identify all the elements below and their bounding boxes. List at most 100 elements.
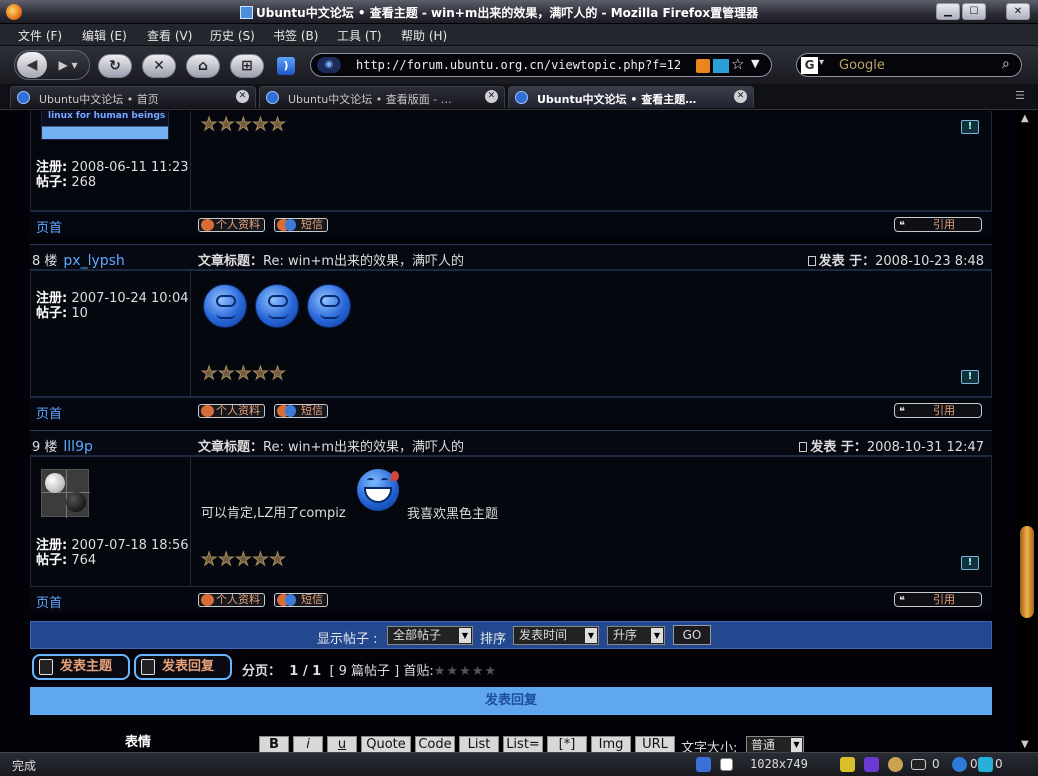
new-topic-button[interactable]: 发表主题: [32, 654, 130, 680]
tab-list-icon[interactable]: ☰: [1012, 89, 1028, 103]
navigation-toolbar: ◀ ▶ ▾ ↻ ✕ ⌂ ⊞ ) ◉ http://forum.ubuntu.or…: [0, 46, 1038, 84]
tab-forum[interactable]: Ubuntu中文论坛 • 查看版面 - … ✕: [259, 86, 505, 108]
font-size-select[interactable]: 普通 ▼: [746, 736, 804, 752]
quote-button[interactable]: ❝ 引用: [894, 592, 982, 607]
extension-icon[interactable]: [864, 757, 879, 772]
author-link[interactable]: px_lypsh: [63, 253, 124, 269]
tab-close-icon[interactable]: ✕: [485, 90, 498, 103]
scrollbar-thumb[interactable]: [1020, 526, 1034, 618]
url-dropdown-icon[interactable]: ▼: [751, 57, 759, 70]
bold-button[interactable]: B: [259, 736, 289, 752]
rss-icon[interactable]: ): [277, 57, 295, 75]
back-button[interactable]: ◀: [17, 52, 47, 78]
menu-edit[interactable]: 编辑 (E): [82, 27, 127, 44]
reload-button[interactable]: ↻: [98, 54, 132, 78]
bookmark-add-button[interactable]: ⊞: [230, 54, 264, 78]
profile-label: 个人资料: [216, 404, 260, 417]
mail-icon[interactable]: [911, 759, 926, 770]
list-button[interactable]: List: [459, 736, 499, 752]
tab-topic[interactable]: Ubuntu中文论坛 • 查看主题… ✕: [508, 86, 754, 108]
forward-button[interactable]: ▶ ▾: [49, 52, 87, 78]
author-link[interactable]: lll9p: [63, 439, 92, 455]
engine-dropdown-icon[interactable]: ▾: [819, 57, 824, 68]
menu-history[interactable]: 历史 (S): [210, 27, 255, 44]
feed-icon[interactable]: [696, 59, 710, 73]
pm-button[interactable]: 短信: [274, 593, 328, 607]
underline-button[interactable]: u: [327, 736, 357, 752]
list-item-button[interactable]: [*]: [547, 736, 587, 752]
order-select[interactable]: 升序 ▼: [607, 626, 665, 645]
google-engine-icon[interactable]: G: [801, 57, 818, 74]
list-ordered-button[interactable]: List=: [503, 736, 543, 752]
quote-button[interactable]: ❝ 引用: [894, 403, 982, 418]
post-author-column: linux for human beings 注册: 2008-06-11 11…: [31, 111, 191, 210]
pm-button[interactable]: 短信: [274, 218, 328, 232]
w-addon-icon[interactable]: [952, 757, 967, 772]
quote-button[interactable]: ❝ 引用: [894, 217, 982, 232]
search-bar[interactable]: G ▾ Google ⌕: [796, 53, 1022, 77]
profile-button[interactable]: 个人资料: [198, 593, 265, 607]
back-to-top-link[interactable]: 页首: [36, 592, 62, 611]
minimize-button[interactable]: ▁: [936, 3, 960, 20]
url-button[interactable]: URL: [635, 736, 675, 752]
menu-view[interactable]: 查看 (V): [147, 27, 192, 44]
checkbox-icon[interactable]: [720, 758, 733, 771]
back-to-top-link[interactable]: 页首: [36, 217, 62, 236]
edit-icon[interactable]: [696, 757, 711, 772]
profile-button[interactable]: 个人资料: [198, 218, 265, 232]
menu-file[interactable]: 文件 (F): [18, 27, 62, 44]
image-button[interactable]: Img: [591, 736, 631, 752]
floor-number: 8 楼: [32, 254, 58, 269]
addon-icon[interactable]: [713, 59, 729, 73]
show-posts-select[interactable]: 全部帖子 ▼: [387, 626, 473, 645]
profile-icon: [201, 594, 214, 606]
post-8-header: 8 楼 px_lypsh 文章标题：Re: win+m出来的效果，满吓人的 发表 …: [30, 244, 992, 270]
post-reply-button[interactable]: 发表回复: [134, 654, 232, 680]
italic-button[interactable]: i: [293, 736, 323, 752]
rating-stars[interactable]: ★★★★★: [201, 114, 287, 136]
menu-bookmarks[interactable]: 书签 (B): [273, 27, 318, 44]
rating-stars[interactable]: ★★★★★: [201, 549, 287, 571]
post-9-footer: 页首 个人资料 短信 ❝ 引用: [30, 586, 992, 612]
m-addon-icon[interactable]: [978, 757, 993, 772]
sort-select[interactable]: 发表时间 ▼: [513, 626, 599, 645]
maximize-button[interactable]: ☐: [962, 3, 986, 20]
bookmark-star-icon[interactable]: ☆: [731, 55, 744, 73]
report-icon[interactable]: !: [961, 556, 979, 570]
tab-home[interactable]: Ubuntu中文论坛 • 首页 ✕: [10, 86, 256, 108]
menu-help[interactable]: 帮助 (H): [401, 27, 447, 44]
tab-close-icon[interactable]: ✕: [734, 90, 747, 103]
close-window-button[interactable]: ✕: [1006, 3, 1030, 20]
logo-text: linux for human beings: [48, 111, 166, 121]
site-identity-icon[interactable]: ◉: [317, 57, 341, 73]
report-icon[interactable]: !: [961, 370, 979, 384]
post-8-footer: 页首 个人资料 短信 ❝ 引用: [30, 397, 992, 423]
user-avatar[interactable]: [41, 469, 90, 518]
back-to-top-link[interactable]: 页首: [36, 403, 62, 422]
scroll-down-arrow-icon[interactable]: ▼: [1021, 739, 1029, 750]
quote-bbcode-button[interactable]: Quote: [361, 736, 411, 752]
url-bar[interactable]: ◉ http://forum.ubuntu.org.cn/viewtopic.p…: [310, 53, 772, 77]
search-input[interactable]: Google: [839, 58, 885, 73]
film-icon[interactable]: [840, 757, 855, 772]
s-addon-icon[interactable]: [888, 757, 903, 772]
report-icon[interactable]: !: [961, 120, 979, 134]
scroll-up-arrow-icon[interactable]: ▲: [1021, 113, 1029, 124]
show-posts-value: 全部帖子: [393, 628, 442, 642]
url-input[interactable]: http://forum.ubuntu.org.cn/viewtopic.php…: [356, 58, 681, 72]
code-button[interactable]: Code: [415, 736, 455, 752]
pm-button[interactable]: 短信: [274, 404, 328, 418]
search-magnifier-icon[interactable]: ⌕: [1002, 56, 1010, 72]
profile-button[interactable]: 个人资料: [198, 404, 265, 418]
menu-tools[interactable]: 工具 (T): [337, 27, 382, 44]
stop-button[interactable]: ✕: [142, 54, 176, 78]
vertical-scrollbar[interactable]: ▲ ▼: [1017, 111, 1038, 752]
dropdown-arrow-icon: ▼: [585, 628, 597, 643]
go-button[interactable]: GO: [673, 625, 711, 645]
tab-close-icon[interactable]: ✕: [236, 90, 249, 103]
rating-stars[interactable]: ★★★★★: [201, 363, 287, 385]
subject-label: 文章标题：: [198, 440, 264, 455]
post-date: 发表 于：2008-10-31 12:47: [799, 436, 984, 455]
posted-label: 发表 于：: [810, 440, 867, 455]
home-button[interactable]: ⌂: [186, 54, 220, 78]
